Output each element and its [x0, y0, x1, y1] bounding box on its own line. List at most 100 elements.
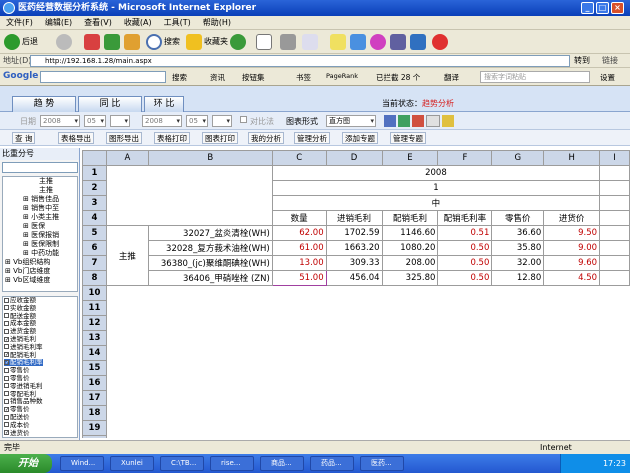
value-cell[interactable]: 456.04: [325, 270, 383, 286]
value-cell[interactable]: 61.00: [271, 240, 327, 256]
row-header[interactable]: 13: [82, 330, 107, 346]
value-cell[interactable]: 12.80: [491, 270, 545, 286]
column-header[interactable]: G: [491, 150, 545, 166]
grid-cell[interactable]: [105, 435, 149, 438]
grid-cell[interactable]: [437, 405, 493, 421]
grid-cell[interactable]: [543, 375, 601, 391]
start-day-select[interactable]: [110, 115, 130, 127]
grid-cell[interactable]: [491, 315, 545, 331]
column-header[interactable]: A: [105, 150, 149, 166]
print-chart-button[interactable]: 图表打印: [202, 132, 238, 144]
grid-cell[interactable]: [147, 300, 273, 316]
grid-cell[interactable]: [271, 300, 327, 316]
grid-cell[interactable]: [147, 375, 273, 391]
google-search-button[interactable]: 搜索: [172, 72, 187, 83]
grid-cell[interactable]: [491, 345, 545, 361]
value-cell[interactable]: 0.50: [437, 270, 493, 286]
taskbar-task[interactable]: Wind...: [60, 456, 104, 471]
grid-cell[interactable]: [271, 420, 327, 436]
manage-topic-button[interactable]: 管理专题: [390, 132, 426, 144]
row-header[interactable]: 7: [82, 255, 107, 271]
row-header[interactable]: 8: [82, 270, 107, 286]
grid-cell[interactable]: [543, 300, 601, 316]
grid-cell[interactable]: [599, 360, 630, 376]
plugin-button-3[interactable]: [410, 33, 426, 51]
value-cell[interactable]: 309.33: [325, 255, 383, 271]
grid-cell[interactable]: [147, 360, 273, 376]
grid-cell[interactable]: [599, 435, 630, 438]
grid-cell[interactable]: [105, 330, 149, 346]
taskbar-task[interactable]: 药品...: [310, 456, 354, 471]
grid-cell[interactable]: [381, 330, 439, 346]
checkbox[interactable]: ✓: [4, 336, 9, 342]
menu-item[interactable]: 编辑(E): [39, 16, 78, 30]
grid-cell[interactable]: [381, 285, 439, 301]
button-set-button[interactable]: 按钮集: [242, 72, 265, 83]
grid-cell[interactable]: [491, 420, 545, 436]
grid-cell[interactable]: [271, 285, 327, 301]
grid-cell[interactable]: [105, 405, 149, 421]
tree-item[interactable]: ⊞ 医保报销: [23, 231, 59, 240]
query-input[interactable]: 搜索字词粘贴: [480, 71, 590, 83]
row-header[interactable]: 15: [82, 360, 107, 376]
row-header[interactable]: 5: [82, 225, 107, 241]
menu-item[interactable]: 工具(T): [158, 16, 197, 30]
grid-cell[interactable]: [147, 315, 273, 331]
grid-cell[interactable]: [271, 390, 327, 406]
messenger-button[interactable]: [350, 33, 366, 51]
grid-cell[interactable]: [381, 360, 439, 376]
row-header[interactable]: 19: [82, 420, 107, 436]
address-input[interactable]: http://192.168.1.28/main.aspx: [30, 55, 570, 67]
row-header[interactable]: 4: [82, 210, 107, 226]
row-header[interactable]: 11: [82, 300, 107, 316]
grid-cell[interactable]: [105, 285, 149, 301]
row-header[interactable]: 18: [82, 405, 107, 421]
start-year-select[interactable]: 2008: [40, 115, 80, 127]
print-button[interactable]: [280, 33, 296, 51]
grid-cell[interactable]: [491, 375, 545, 391]
grid-cell[interactable]: [105, 420, 149, 436]
grid-cell[interactable]: [105, 315, 149, 331]
grid-cell[interactable]: [543, 315, 601, 331]
maximize-button[interactable]: □: [596, 2, 609, 14]
close-button[interactable]: ×: [611, 2, 624, 14]
checkbox[interactable]: [4, 398, 9, 404]
grid-cell[interactable]: [437, 330, 493, 346]
value-cell[interactable]: 1080.20: [381, 240, 439, 256]
checkbox[interactable]: [4, 414, 9, 420]
popup-blocker[interactable]: 已拦截 28 个: [376, 72, 420, 83]
grid-cell[interactable]: [271, 345, 327, 361]
grid-cell[interactable]: [543, 420, 601, 436]
value-cell[interactable]: 51.00: [271, 270, 327, 286]
chart-form-select[interactable]: 直方图: [326, 115, 376, 127]
grid-cell[interactable]: [543, 345, 601, 361]
plugin-button-2[interactable]: [390, 33, 406, 51]
end-year-select[interactable]: 2008: [142, 115, 182, 127]
value-cell[interactable]: 9.50: [543, 225, 601, 241]
value-cell[interactable]: 0.50: [437, 240, 493, 256]
taskbar-task[interactable]: rise...: [210, 456, 254, 471]
grid-cell[interactable]: [105, 375, 149, 391]
grid-cell[interactable]: [437, 345, 493, 361]
stop-button[interactable]: [84, 33, 100, 51]
taskbar-task[interactable]: 医药...: [360, 456, 404, 471]
grid-cell[interactable]: [491, 285, 545, 301]
grid-cell[interactable]: [381, 420, 439, 436]
grid-cell[interactable]: [491, 405, 545, 421]
plugin-button-1[interactable]: [370, 33, 386, 51]
tree-item[interactable]: ⊞ 医保: [23, 222, 45, 231]
grid-cell[interactable]: [271, 405, 327, 421]
menu-item[interactable]: 收藏(A): [118, 16, 158, 30]
tree-item[interactable]: ⊞ 医保限制: [23, 240, 59, 249]
tree-item[interactable]: ⊞ Vb门店维度: [5, 267, 50, 276]
checkbox[interactable]: ✓: [4, 359, 9, 365]
row-header[interactable]: 6: [82, 240, 107, 256]
sidebar-search-input[interactable]: [2, 162, 78, 173]
tree-item[interactable]: ⊞ Vb组织结构: [5, 258, 50, 267]
row-header[interactable]: 14: [82, 345, 107, 361]
query-button[interactable]: 查 询: [12, 132, 36, 144]
grid-cell[interactable]: [437, 315, 493, 331]
mail-button[interactable]: [256, 33, 272, 51]
grid-cell[interactable]: [147, 285, 273, 301]
grid-cell[interactable]: [147, 405, 273, 421]
